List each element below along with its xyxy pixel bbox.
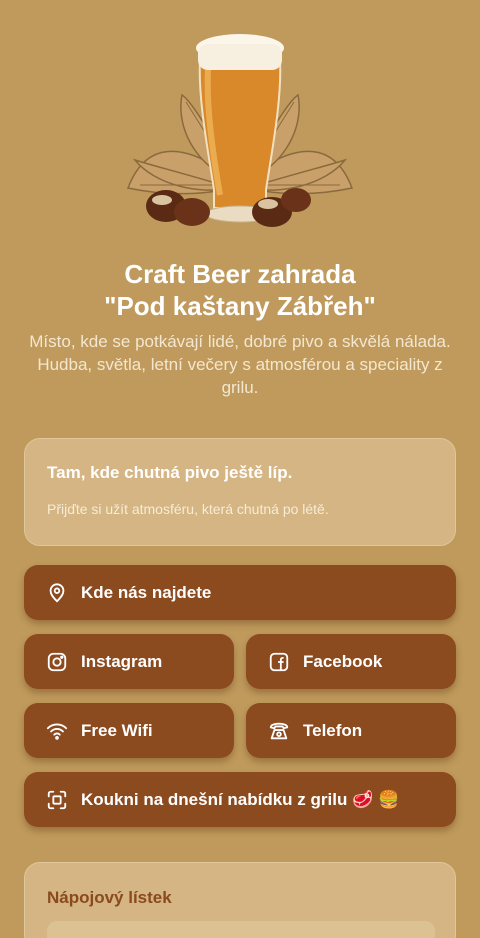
location-button[interactable]: Kde nás najdete — [24, 565, 456, 620]
facebook-button-label: Facebook — [303, 651, 383, 671]
drinks-menu-item-placeholder[interactable] — [47, 921, 435, 938]
instagram-button-label: Instagram — [81, 651, 163, 671]
phone-icon — [268, 720, 290, 742]
page-title-line-1: Craft Beer zahrada — [124, 259, 356, 289]
wifi-icon — [46, 720, 68, 742]
facebook-icon — [268, 651, 290, 673]
grill-offer-button-label: Koukni na dnešní nabídku z grilu 🥩 🍔 — [81, 789, 400, 809]
page-title-line-2: "Pod kaštany Zábřeh" — [104, 291, 376, 321]
instagram-icon — [46, 651, 68, 673]
intro-card: Tam, kde chutná pivo ještě líp. Přijďte … — [24, 438, 456, 546]
page-description: Místo, kde se potkávají lidé, dobré pivo… — [29, 332, 451, 397]
wifi-button-label: Free Wifi — [81, 720, 153, 740]
beer-chestnut-illustration — [126, 34, 354, 227]
wifi-button[interactable]: Free Wifi — [24, 703, 234, 758]
location-pin-icon — [46, 582, 68, 604]
location-button-label: Kde nás najdete — [81, 582, 212, 602]
phone-button[interactable]: Telefon — [246, 703, 456, 758]
phone-button-label: Telefon — [303, 720, 363, 740]
qr-scan-icon — [46, 789, 68, 811]
drinks-menu-card: Nápojový lístek — [24, 862, 456, 938]
drinks-menu-title: Nápojový lístek — [47, 888, 172, 907]
instagram-button[interactable]: Instagram — [24, 634, 234, 689]
grill-offer-button[interactable]: Koukni na dnešní nabídku z grilu 🥩 🍔 — [24, 772, 456, 827]
intro-card-text: Přijďte si užít atmosféru, která chutná … — [47, 501, 329, 517]
page-title: Craft Beer zahrada "Pod kaštany Zábřeh" — [0, 258, 480, 322]
facebook-button[interactable]: Facebook — [246, 634, 456, 689]
intro-card-title: Tam, kde chutná pivo ještě líp. — [47, 463, 293, 482]
